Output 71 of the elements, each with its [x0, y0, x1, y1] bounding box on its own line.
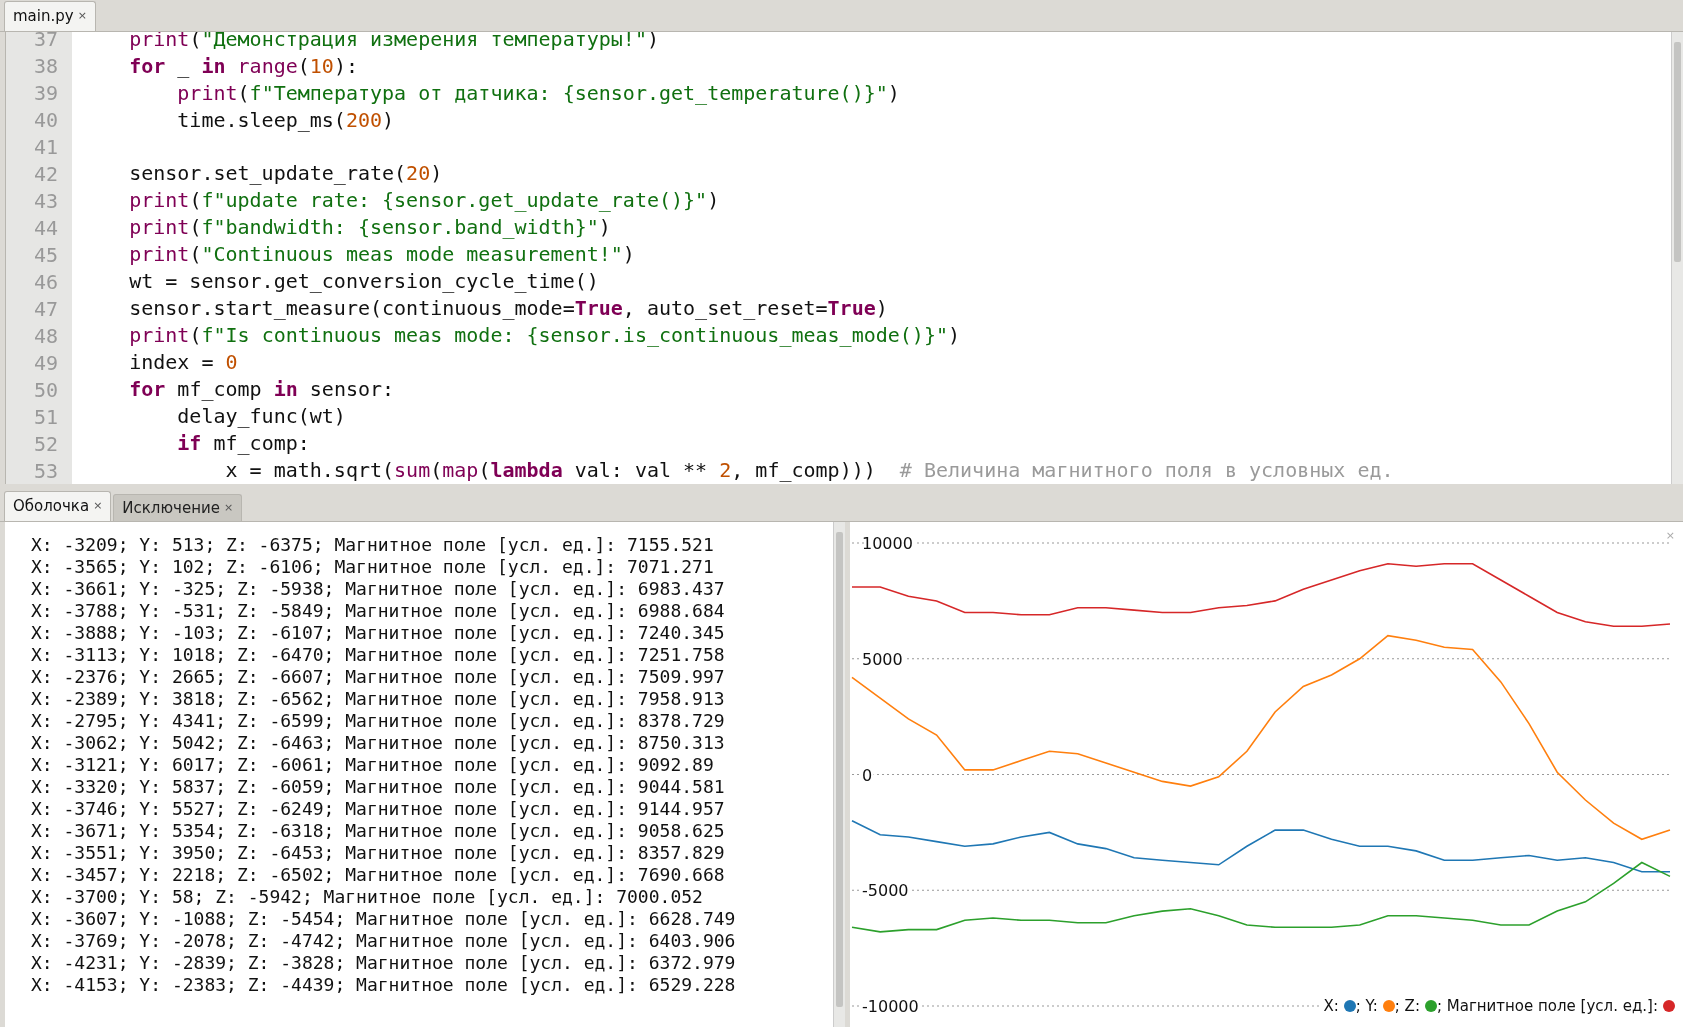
- shell-output-line: X: -2795; Y: 4341; Z: -6599; Магнитное поле [усл. ед.]: 8378.729: [31, 710, 725, 732]
- line-number: 42: [33, 161, 58, 188]
- shell-output-line: X: -3551; Y: 3950; Z: -6453; Магнитное поле [усл. ед.]: 8357.829: [31, 842, 725, 864]
- code-line: print(f"bandwidth: {sensor.band_width}"): [128, 214, 611, 241]
- line-number: 46: [33, 269, 58, 296]
- line-number: 44: [33, 215, 58, 242]
- shell-output-line: X: -3788; Y: -531; Z: -5849; Магнитное поле [усл. ед.]: 6988.684: [31, 600, 725, 622]
- shell-output-line: X: -3769; Y: -2078; Z: -4742; Магнитное поле [усл. ед.]: 6403.906: [31, 930, 736, 952]
- code-line: wt = sensor.get_conversion_cycle_time(): [128, 268, 599, 295]
- shell-output-line: X: -2389; Y: 3818; Z: -6562; Магнитное поле [усл. ед.]: 7958.913: [31, 688, 725, 710]
- line-number: 53: [33, 458, 58, 484]
- shell-output-line: X: -3062; Y: 5042; Z: -6463; Магнитное поле [усл. ед.]: 8750.313: [31, 732, 725, 754]
- code-line: print("Continuous meas mode measurement!"): [128, 241, 635, 268]
- code-line: sensor.set_update_rate(20): [128, 160, 443, 187]
- code-editor[interactable]: [5, 32, 1683, 484]
- code-line: print(f"update rate: {sensor.get_update_rate()}"): [128, 187, 720, 214]
- shell-output-line: X: -3671; Y: 5354; Z: -6318; Магнитное поле [усл. ед.]: 9058.625: [31, 820, 725, 842]
- line-number: 39: [33, 80, 58, 107]
- shell-panel[interactable]: [5, 522, 846, 1027]
- line-number: 43: [33, 188, 58, 215]
- shell-output-line: X: -3209; Y: 513; Z: -6375; Магнитное поле [усл. ед.]: 7155.521: [31, 534, 714, 556]
- code-line: index = 0: [128, 349, 238, 376]
- line-number: 40: [33, 107, 58, 134]
- tab[interactable]: main.py ×: [4, 1, 96, 31]
- line-number: 41: [33, 134, 58, 161]
- y-tick-label: -5000: [862, 881, 909, 901]
- code-line: for mf_comp in sensor:: [128, 376, 395, 403]
- line-number: 50: [33, 377, 58, 404]
- shell-output-line: X: -3113; Y: 1018; Z: -6470; Магнитное поле [усл. ед.]: 7251.758: [31, 644, 725, 666]
- shell-output-line: X: -4153; Y: -2383; Z: -4439; Магнитное поле [усл. ед.]: 6529.228: [31, 974, 736, 996]
- shell-output-line: X: -4231; Y: -2839; Z: -3828; Магнитное поле [усл. ед.]: 6372.979: [31, 952, 736, 974]
- shell-output-line: X: -3661; Y: -325; Z: -5938; Магнитное поле [усл. ед.]: 6983.437: [31, 578, 725, 600]
- shell-output-line: X: -3888; Y: -103; Z: -6107; Магнитное поле [усл. ед.]: 7240.345: [31, 622, 725, 644]
- y-tick-label: -10000: [862, 997, 920, 1016]
- shell-output-line: X: -3121; Y: 6017; Z: -6061; Магнитное поле [усл. ед.]: 9092.89: [31, 754, 714, 776]
- close-icon[interactable]: ×: [223, 499, 234, 517]
- scrollbar[interactable]: [833, 522, 846, 1027]
- scrollbar[interactable]: [1671, 32, 1683, 484]
- line-number: 47: [33, 296, 58, 323]
- shell-output-line: X: -3457; Y: 2218; Z: -6502; Магнитное поле [усл. ед.]: 7690.668: [31, 864, 725, 886]
- legend-label: ; Z:: [1394, 995, 1420, 1017]
- y-tick-label: 0: [862, 765, 873, 785]
- shell-output-line: X: -3320; Y: 5837; Z: -6059; Магнитное поле [усл. ед.]: 9044.581: [31, 776, 725, 798]
- line-number: 52: [33, 431, 58, 458]
- line-number: 49: [33, 350, 58, 377]
- y-tick-label: 10000: [862, 534, 914, 553]
- line-number: 51: [33, 404, 58, 431]
- code-line: sensor.start_measure(continuous_mode=True, auto_set_reset=True): [128, 295, 888, 322]
- code-line: x = math.sqrt(sum(map(lambda val: val ** 2, mf_comp))) # Величина магнитного поля в условных ед.: [224, 457, 1394, 484]
- shell-output-line: X: -3700; Y: 58; Z: -5942; Магнитное поле [усл. ед.]: 7000.052: [31, 886, 703, 908]
- legend-label: ; Y:: [1355, 995, 1378, 1017]
- shell-output-line: X: -2376; Y: 2665; Z: -6607; Магнитное поле [усл. ед.]: 7509.997: [31, 666, 725, 688]
- line-number: 48: [33, 323, 58, 350]
- code-line: delay_func(wt): [176, 403, 346, 430]
- shell-output-line: X: -3746; Y: 5527; Z: -6249; Магнитное поле [усл. ед.]: 9144.957: [31, 798, 725, 820]
- code-line: if mf_comp:: [176, 430, 310, 457]
- close-icon[interactable]: ×: [77, 8, 87, 25]
- close-icon[interactable]: ×: [93, 498, 103, 515]
- code-line: print(f"Is continuous meas mode: {sensor.is_continuous_meas_mode()}"): [128, 322, 960, 349]
- code-line: print(f"Температура от датчика: {sensor.get_temperature()}"): [176, 80, 900, 107]
- code-line: for _ in range(10):: [128, 53, 358, 80]
- legend-label: ; Магнитное поле [усл. ед.]:: [1436, 995, 1658, 1017]
- line-number: 38: [33, 53, 58, 80]
- code-line: time.sleep_ms(200): [176, 107, 395, 134]
- shell-output-line: X: -3565; Y: 102; Z: -6106; Магнитное поле [усл. ед.]: 7071.271: [31, 556, 714, 578]
- line-number: 45: [33, 242, 58, 269]
- shell-output-line: X: -3607; Y: -1088; Z: -5454; Магнитное поле [усл. ед.]: 6628.749: [31, 908, 736, 930]
- tab[interactable]: Исключение ×: [113, 494, 243, 521]
- y-tick-label: 5000: [862, 649, 904, 669]
- legend-label: X:: [1323, 995, 1339, 1017]
- tab[interactable]: Оболочка ×: [4, 491, 112, 521]
